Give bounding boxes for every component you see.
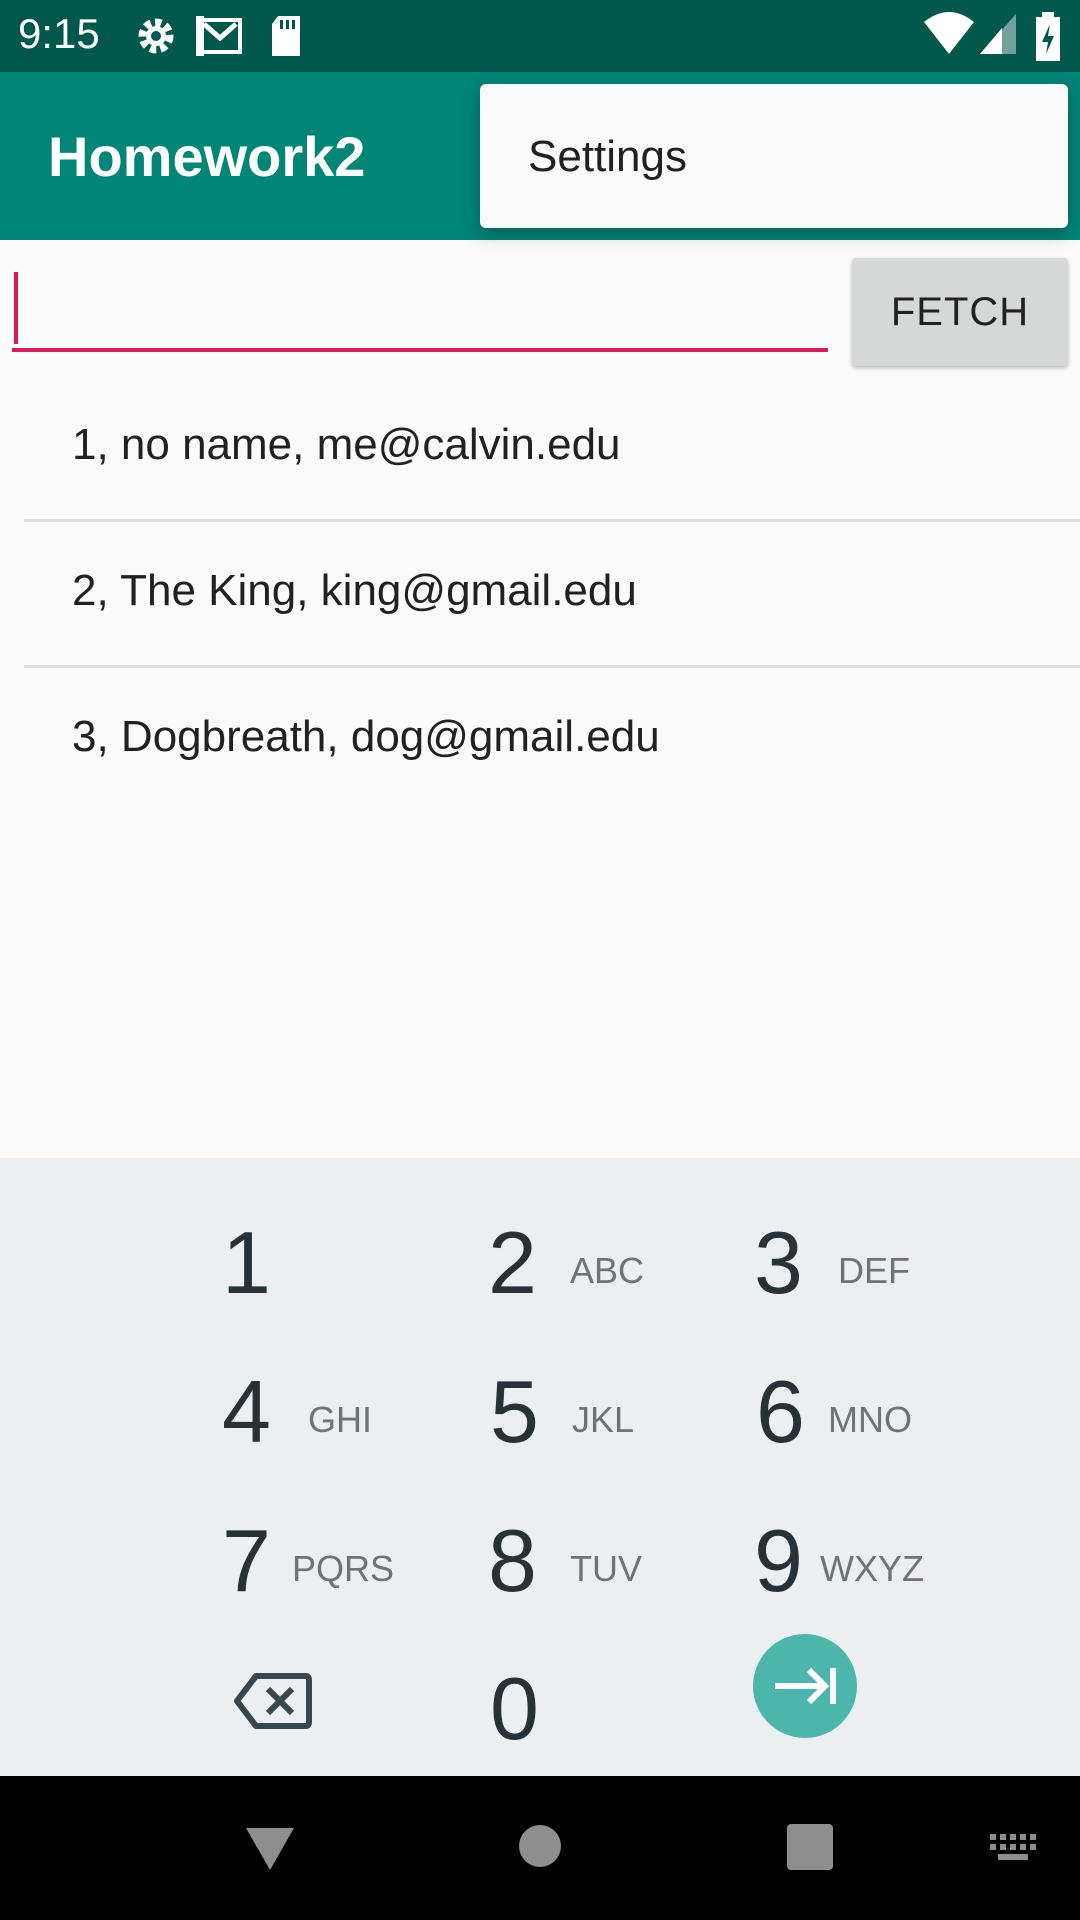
key-digit: 0	[490, 1659, 539, 1758]
key-digit: 1	[222, 1213, 271, 1312]
wifi-icon	[924, 12, 974, 54]
key-letters: WXYZ	[820, 1548, 924, 1589]
recents-square-icon[interactable]	[787, 1824, 833, 1870]
key-digit: 3	[754, 1213, 803, 1312]
key-8[interactable]: 8 TUV	[488, 1510, 688, 1640]
sd-card-icon	[272, 16, 300, 56]
key-letters: JKL	[572, 1399, 635, 1440]
key-letters: TUV	[570, 1548, 642, 1589]
key-digit: 4	[222, 1362, 271, 1461]
status-bar: 9:15	[0, 0, 1080, 72]
back-triangle-icon[interactable]	[244, 1826, 296, 1872]
key-digit: 6	[756, 1362, 805, 1461]
list-item-text: 1, no name, me@calvin.edu	[72, 420, 621, 469]
key-9[interactable]: 9 WXYZ	[754, 1510, 954, 1640]
overflow-menu: Settings	[480, 84, 1068, 228]
key-digit: 5	[490, 1362, 539, 1461]
key-digit: 7	[222, 1511, 271, 1610]
menu-item-settings[interactable]: Settings	[528, 132, 687, 182]
key-2[interactable]: 2 ABC	[488, 1212, 688, 1342]
search-input-underline	[12, 348, 828, 352]
key-letters: ABC	[570, 1250, 645, 1291]
key-letters: DEF	[838, 1250, 910, 1291]
key-0[interactable]: 0	[490, 1658, 690, 1788]
gear-icon	[138, 18, 174, 54]
key-7[interactable]: 7 PQRS	[222, 1510, 422, 1640]
search-input[interactable]	[12, 264, 836, 344]
key-letters: PQRS	[292, 1548, 395, 1589]
fetch-button[interactable]: FETCH	[852, 258, 1068, 366]
key-digit: 9	[754, 1511, 803, 1610]
results-list: 1, no name, me@calvin.edu 2, The King, k…	[0, 376, 1080, 814]
cell-signal-icon	[980, 14, 1016, 54]
list-item[interactable]: 1, no name, me@calvin.edu	[0, 376, 1080, 522]
gmail-icon	[196, 16, 242, 56]
text-cursor	[14, 272, 18, 344]
key-6[interactable]: 6 MNO	[756, 1361, 956, 1491]
search-field-container	[12, 264, 836, 354]
list-item-text: 3, Dogbreath, dog@gmail.edu	[72, 712, 660, 761]
tab-next-icon[interactable]	[753, 1634, 857, 1738]
key-letters: GHI	[308, 1399, 373, 1440]
key-letters: MNO	[828, 1399, 912, 1440]
battery-charging-icon	[1036, 12, 1060, 61]
nav-bar	[0, 1776, 1080, 1920]
list-item[interactable]: 3, Dogbreath, dog@gmail.edu	[0, 668, 1080, 814]
key-5[interactable]: 5 JKL	[490, 1361, 690, 1491]
key-1[interactable]: 1	[222, 1212, 422, 1342]
keyboard-icon[interactable]	[990, 1834, 1038, 1862]
status-time: 9:15	[18, 10, 100, 57]
list-item-text: 2, The King, king@gmail.edu	[72, 566, 637, 615]
key-3[interactable]: 3 DEF	[754, 1212, 954, 1342]
list-item[interactable]: 2, The King, king@gmail.edu	[0, 522, 1080, 668]
key-digit: 8	[488, 1511, 537, 1610]
home-circle-icon[interactable]	[519, 1825, 561, 1867]
backspace-icon[interactable]	[234, 1672, 312, 1730]
key-4[interactable]: 4 GHI	[222, 1361, 422, 1491]
numeric-keypad: 1 2 ABC 3 DEF 4 GHI 5 JKL 6 MNO 7 PQRS 8…	[0, 1158, 1080, 1776]
key-digit: 2	[488, 1213, 537, 1312]
app-title: Homework2	[48, 125, 366, 188]
